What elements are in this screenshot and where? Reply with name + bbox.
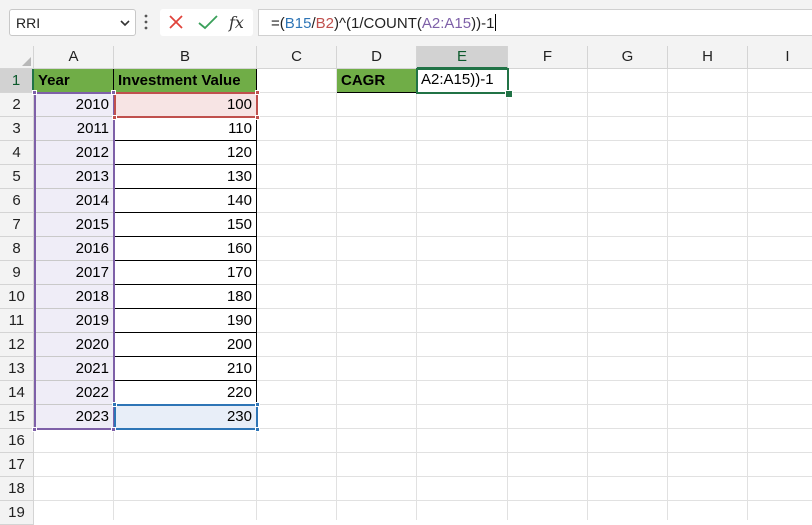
- more-options-icon[interactable]: [144, 13, 148, 31]
- fill-handle[interactable]: [505, 90, 513, 98]
- cell-year[interactable]: 2018: [34, 285, 114, 309]
- column-header-d[interactable]: D: [337, 46, 417, 69]
- cancel-button[interactable]: [162, 9, 190, 36]
- cell-value[interactable]: 180: [114, 285, 257, 309]
- row-header-9[interactable]: 9: [0, 261, 34, 285]
- formula-part: =(: [271, 15, 285, 32]
- formula-bar: RRI fx =(B15/B2)^(1/COUNT(A2:A15))-1: [0, 0, 812, 46]
- fx-icon: fx: [228, 13, 244, 32]
- formula-part: )^(1/COUNT(: [334, 15, 422, 32]
- formula-ref-b15: B15: [284, 15, 312, 32]
- cell-value[interactable]: 210: [114, 357, 257, 381]
- resize-handle[interactable]: [32, 90, 37, 95]
- column-header-g[interactable]: G: [588, 46, 668, 69]
- column-header-i[interactable]: I: [748, 46, 812, 69]
- cell-value[interactable]: 220: [114, 381, 257, 405]
- resize-handle[interactable]: [111, 90, 116, 95]
- formula-part: ))-1: [471, 15, 495, 32]
- cell-year[interactable]: 2023: [34, 405, 114, 429]
- cell-year[interactable]: 2016: [34, 237, 114, 261]
- cell-d1-cagr-label[interactable]: CAGR: [337, 69, 417, 93]
- resize-handle[interactable]: [111, 427, 116, 432]
- row-header-18[interactable]: 18: [0, 477, 34, 501]
- cell-year[interactable]: 2017: [34, 261, 114, 285]
- row-header-3[interactable]: 3: [0, 117, 34, 141]
- formula-text[interactable]: =(B15/B2)^(1/COUNT(A2:A15))-1: [271, 14, 497, 32]
- column-header-e[interactable]: E: [417, 46, 508, 69]
- resize-handle[interactable]: [112, 115, 117, 120]
- cell-value[interactable]: 100: [114, 93, 257, 117]
- cell-year[interactable]: 2013: [34, 165, 114, 189]
- formula-ref-b2: B2: [315, 15, 334, 32]
- chevron-down-icon[interactable]: [120, 19, 130, 27]
- cell-value[interactable]: 120: [114, 141, 257, 165]
- column-header-a[interactable]: A: [34, 46, 114, 69]
- row-header-14[interactable]: 14: [0, 381, 34, 405]
- cell-year[interactable]: 2010: [34, 93, 114, 117]
- resize-handle[interactable]: [255, 427, 260, 432]
- cell-year[interactable]: 2014: [34, 189, 114, 213]
- row-header-1[interactable]: 1: [0, 69, 34, 93]
- name-box-value[interactable]: RRI: [16, 15, 40, 31]
- cell-year[interactable]: 2019: [34, 309, 114, 333]
- cell-value[interactable]: 190: [114, 309, 257, 333]
- column-header-b[interactable]: B: [114, 46, 257, 69]
- cell-year[interactable]: 2022: [34, 381, 114, 405]
- resize-handle[interactable]: [255, 402, 260, 407]
- resize-handle[interactable]: [255, 115, 260, 120]
- insert-function-button[interactable]: fx: [222, 9, 250, 36]
- column-header-c[interactable]: C: [257, 46, 337, 69]
- cell-value[interactable]: 230: [114, 405, 257, 429]
- row-header-10[interactable]: 10: [0, 285, 34, 309]
- resize-handle[interactable]: [255, 90, 260, 95]
- cell-year[interactable]: 2021: [34, 357, 114, 381]
- cell-value[interactable]: 150: [114, 213, 257, 237]
- row-header-8[interactable]: 8: [0, 237, 34, 261]
- check-icon: [198, 15, 218, 30]
- cell-value[interactable]: 160: [114, 237, 257, 261]
- cell-value[interactable]: 200: [114, 333, 257, 357]
- formula-ref-a2-a15: A2:A15: [421, 15, 472, 32]
- row-header-13[interactable]: 13: [0, 357, 34, 381]
- formula-buttons: fx: [160, 9, 253, 36]
- row-header-15[interactable]: 15: [0, 405, 34, 429]
- text-caret: [495, 14, 497, 31]
- formula-input[interactable]: =(B15/B2)^(1/COUNT(A2:A15))-1: [258, 9, 812, 36]
- select-all-icon: [22, 57, 31, 66]
- column-header-f[interactable]: F: [508, 46, 588, 69]
- row-header-5[interactable]: 5: [0, 165, 34, 189]
- cell-year[interactable]: 2020: [34, 333, 114, 357]
- cell-value[interactable]: 140: [114, 189, 257, 213]
- cell-value[interactable]: 110: [114, 117, 257, 141]
- row-header-12[interactable]: 12: [0, 333, 34, 357]
- name-box[interactable]: RRI: [9, 9, 136, 36]
- resize-handle[interactable]: [112, 402, 117, 407]
- select-all-button[interactable]: [0, 46, 34, 69]
- row-header-11[interactable]: 11: [0, 309, 34, 333]
- resize-handle[interactable]: [32, 427, 37, 432]
- row-header-2[interactable]: 2: [0, 93, 34, 117]
- cell-value[interactable]: 130: [114, 165, 257, 189]
- column-header-h[interactable]: H: [668, 46, 748, 69]
- cell-year[interactable]: 2012: [34, 141, 114, 165]
- close-icon: [169, 15, 183, 29]
- cell-b1-value-header[interactable]: Investment Value: [114, 69, 257, 93]
- row-header-6[interactable]: 6: [0, 189, 34, 213]
- cell-e1-editing[interactable]: A2:A15))-1: [416, 68, 509, 94]
- row-header-16[interactable]: 16: [0, 429, 34, 453]
- row-header-19[interactable]: 19: [0, 501, 34, 525]
- cell-a1-year-header[interactable]: Year: [34, 69, 114, 93]
- svg-text:fx: fx: [228, 13, 244, 32]
- row-header-4[interactable]: 4: [0, 141, 34, 165]
- cell-year[interactable]: 2015: [34, 213, 114, 237]
- cell-value[interactable]: 170: [114, 261, 257, 285]
- cell-year[interactable]: 2011: [34, 117, 114, 141]
- row-header-17[interactable]: 17: [0, 453, 34, 477]
- row-header-7[interactable]: 7: [0, 213, 34, 237]
- worksheet-grid[interactable]: A B C D E F G H I 1 2 3 4 5 6 7 8 9 10 1…: [0, 46, 812, 525]
- enter-button[interactable]: [192, 9, 220, 36]
